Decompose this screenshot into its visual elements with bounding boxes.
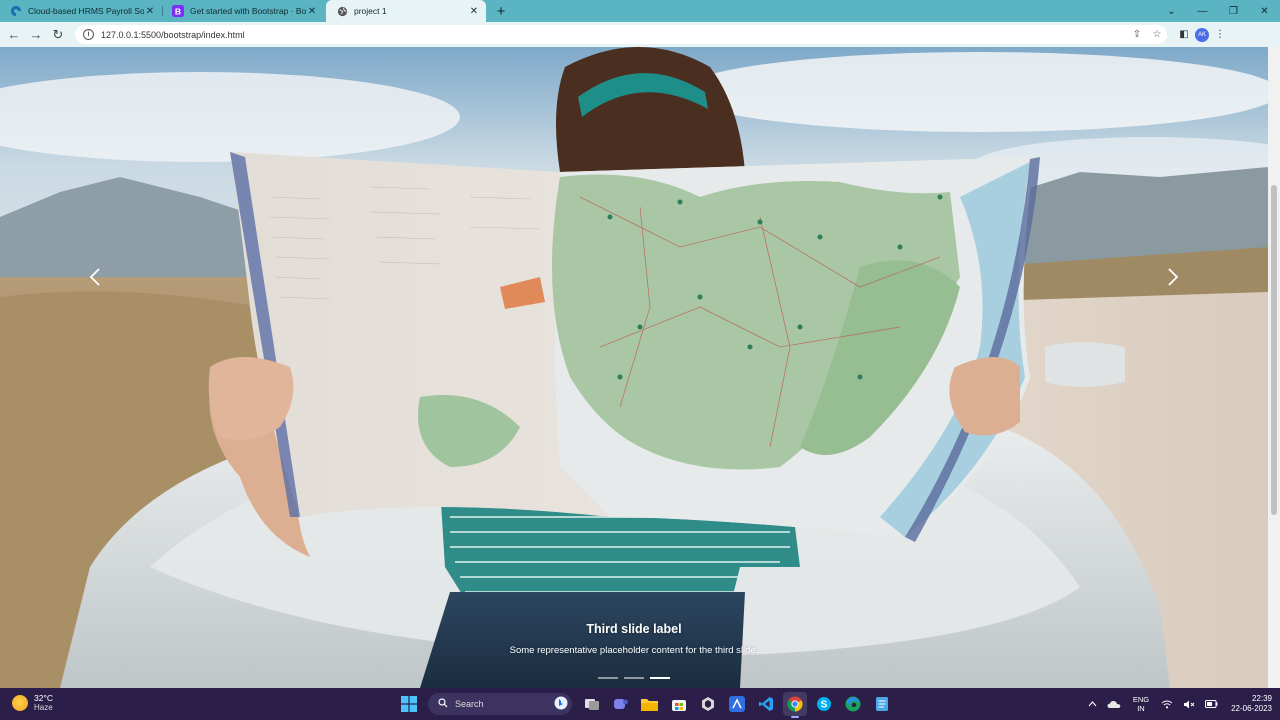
slide-title: Third slide label [586, 622, 682, 636]
system-tray: ENG IN 22:39 22-06-2023 [1083, 692, 1272, 716]
speaker-muted-icon[interactable] [1183, 700, 1195, 709]
battery-icon[interactable] [1205, 700, 1218, 708]
svg-text:S: S [820, 700, 827, 711]
address-bar[interactable]: i 127.0.0.1:5500/bootstrap/index.html ⇪ … [75, 25, 1167, 44]
browser-tab[interactable]: B Get started with Bootstrap · Boot ✕ [162, 0, 324, 22]
search-icon [438, 698, 448, 710]
skype-icon[interactable]: S [812, 692, 836, 716]
browser-tab-active[interactable]: project 1 ✕ [326, 0, 486, 22]
tab-close-icon[interactable]: ✕ [144, 5, 156, 17]
wifi-icon[interactable] [1161, 700, 1173, 709]
bootstrap-favicon-icon: B [172, 5, 184, 17]
reload-icon[interactable]: ↻ [47, 24, 69, 46]
search-placeholder: Search [455, 699, 484, 709]
language-indicator[interactable]: ENG IN [1133, 695, 1149, 713]
slide-image [0, 47, 1268, 688]
clock-date: 22-06-2023 [1231, 704, 1272, 713]
clock-time: 22:39 [1251, 694, 1272, 703]
windows-taskbar: 32°C Haze Search S ENG IN 22:39 22-06-20… [0, 688, 1280, 720]
tab-close-icon[interactable]: ✕ [468, 5, 480, 17]
teams-chat-icon[interactable] [609, 692, 633, 716]
back-arrow-icon[interactable]: ← [3, 24, 25, 46]
carousel-next-chevron-icon[interactable] [1158, 262, 1188, 292]
tab-title: Cloud-based HRMS Payroll Softw [28, 6, 144, 16]
tab-search-chevron-icon[interactable]: ⌄ [1156, 0, 1187, 22]
taskbar-search-box[interactable]: Search [428, 693, 572, 715]
unity-icon[interactable] [696, 692, 720, 716]
browser-toolbar: ← → ↻ i 127.0.0.1:5500/bootstrap/index.h… [0, 22, 1280, 47]
forward-arrow-icon[interactable]: → [25, 24, 47, 46]
share-icon[interactable]: ⇪ [1127, 29, 1147, 40]
tab-close-icon[interactable]: ✕ [306, 5, 318, 17]
close-window-icon[interactable]: ✕ [1249, 0, 1280, 22]
globe-favicon-icon [336, 5, 348, 17]
weather-widget[interactable]: 32°C Haze [12, 693, 53, 713]
weather-temp: 32°C [34, 693, 53, 703]
windows-start-icon[interactable] [397, 692, 421, 716]
scrollbar-thumb[interactable] [1271, 185, 1277, 515]
carousel-indicator-1[interactable] [598, 677, 618, 679]
edge-icon[interactable] [841, 692, 865, 716]
carousel-indicators [0, 677, 1268, 679]
notepad-icon[interactable] [870, 692, 894, 716]
minimize-icon[interactable]: — [1187, 0, 1218, 22]
tab-strip: Cloud-based HRMS Payroll Softw ✕ B Get s… [0, 0, 1280, 22]
weather-condition: Haze [34, 703, 53, 712]
carousel-indicator-3[interactable] [650, 677, 670, 679]
carousel-indicator-2[interactable] [624, 677, 644, 679]
code-editor-blue-icon[interactable] [725, 692, 749, 716]
tab-title: project 1 [354, 6, 387, 16]
file-explorer-icon[interactable] [638, 692, 662, 716]
menu-kebab-icon[interactable]: ⋮ [1209, 24, 1231, 46]
tray-chevron-up-icon[interactable] [1088, 701, 1097, 707]
bookmark-star-icon[interactable]: ☆ [1147, 29, 1167, 40]
side-panel-icon[interactable]: ◧ [1173, 24, 1195, 46]
chrome-icon[interactable] [782, 692, 807, 718]
taskbar-apps: Search S [394, 692, 896, 718]
task-view-icon[interactable] [580, 692, 604, 716]
slide-text: Some representative placeholder content … [509, 645, 759, 656]
store-icon[interactable] [667, 692, 691, 716]
language-line1: ENG [1132, 695, 1150, 704]
new-tab-plus-icon[interactable]: + [490, 0, 512, 22]
address-url[interactable]: 127.0.0.1:5500/bootstrap/index.html [101, 30, 1127, 40]
svg-text:B: B [175, 6, 181, 16]
browser-tab[interactable]: Cloud-based HRMS Payroll Softw ✕ [0, 0, 162, 22]
carousel: Third slide label Some representative pl… [0, 47, 1268, 688]
page-viewport: Third slide label Some representative pl… [0, 47, 1280, 688]
window-controls: ⌄ — ❐ ✕ [1156, 0, 1280, 22]
profile-avatar[interactable]: AK [1195, 27, 1209, 42]
sun-haze-icon [12, 695, 28, 711]
site-info-icon[interactable]: i [83, 29, 94, 40]
onedrive-cloud-icon[interactable] [1107, 700, 1121, 709]
bing-icon [554, 696, 568, 712]
language-line2: IN [1137, 704, 1145, 713]
taskbar-clock[interactable]: 22:39 22-06-2023 [1231, 694, 1272, 714]
carousel-prev-chevron-icon[interactable] [80, 262, 110, 292]
maximize-icon[interactable]: ❐ [1218, 0, 1249, 22]
tab-title: Get started with Bootstrap · Boot [190, 6, 306, 16]
hrms-favicon-icon [10, 5, 22, 17]
vscode-icon[interactable] [754, 692, 778, 716]
page-scrollbar[interactable] [1268, 47, 1280, 688]
